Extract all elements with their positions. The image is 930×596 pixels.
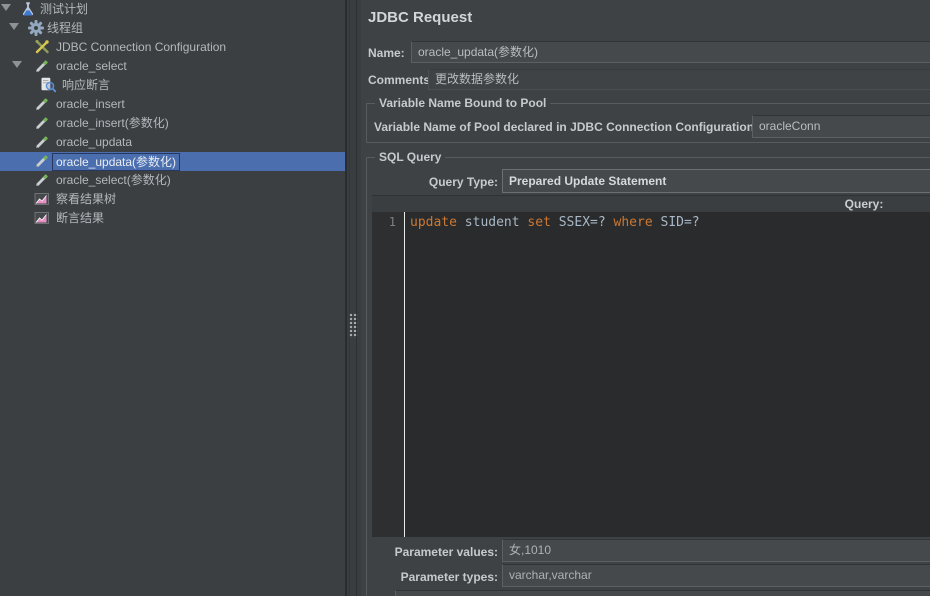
comments-input[interactable]: 更改数据参数化 — [428, 69, 930, 90]
thread-group-icon — [28, 20, 44, 36]
tree-item-label: JDBC Connection Configuration — [56, 40, 227, 54]
parameter-types-label: Parameter types: — [400, 570, 498, 584]
tree-item[interactable]: 响应断言 — [0, 76, 345, 95]
query-type-select[interactable]: Prepared Update Statement — [502, 169, 930, 193]
splitter-grip-icon[interactable] — [349, 313, 358, 338]
sql-editor[interactable]: 1 update student set SSEX=? where SID=? — [372, 212, 930, 537]
sql-token-keyword: where — [613, 215, 653, 230]
tree-item[interactable]: 察看结果树 — [0, 190, 345, 209]
sql-group-title: SQL Query — [375, 150, 446, 164]
jdbc-sampler-icon — [34, 58, 50, 74]
expand-arrow-icon[interactable] — [9, 23, 19, 30]
panel-splitter[interactable] — [346, 0, 361, 596]
tree-item[interactable]: oracle_insert(参数化) — [0, 114, 345, 133]
sql-code-line: update student set SSEX=? where SID=? — [410, 215, 700, 230]
sql-token-keyword: set — [527, 215, 551, 230]
page-title: JDBC Request — [368, 9, 473, 26]
expand-arrow-icon[interactable] — [1, 4, 11, 11]
tree-item-label: oracle_updata — [56, 135, 133, 149]
pool-variable-label: Variable Name of Pool declared in JDBC C… — [374, 120, 759, 134]
tree-item-label: oracle_insert(参数化) — [56, 116, 169, 130]
name-label: Name: — [368, 46, 405, 60]
sql-token-plain: student — [456, 215, 528, 230]
pool-variable-input[interactable]: oracleConn — [752, 115, 930, 138]
comments-label: Comments: — [368, 73, 435, 87]
tree-item[interactable]: oracle_insert — [0, 95, 345, 114]
query-type-label: Query Type: — [428, 175, 498, 189]
tree-item[interactable]: 线程组 — [0, 19, 345, 38]
tree-item-label: oracle_insert — [56, 97, 125, 111]
jdbc-sampler-icon — [34, 134, 50, 150]
jmeter-window: 测试计划线程组 JDBC Connection Configuration orac… — [0, 0, 930, 596]
tree-item-label: oracle_select — [56, 59, 127, 73]
next-field-partial — [395, 590, 930, 596]
tree-item-label: oracle_select(参数化) — [56, 173, 171, 187]
response-assertion-icon — [40, 77, 56, 93]
jdbc-config-icon — [34, 39, 50, 55]
tree-item[interactable]: oracle_select — [0, 57, 345, 76]
tree-item-label: 响应断言 — [62, 78, 111, 92]
jdbc-sampler-icon — [34, 115, 50, 131]
query-header-band: Query: — [372, 195, 930, 212]
parameter-types-input[interactable]: varchar,varchar — [502, 564, 930, 587]
tree-item-label: 测试计划 — [40, 2, 89, 16]
name-input[interactable]: oracle_updata(参数化) — [411, 41, 930, 63]
tree-item[interactable]: JDBC Connection Configuration — [0, 38, 345, 57]
gutter-separator — [404, 212, 405, 537]
tree-item-label: oracle_updata(参数化) — [52, 153, 181, 171]
expand-arrow-icon[interactable] — [12, 61, 22, 68]
parameter-values-input[interactable]: 女,1010 — [502, 539, 930, 562]
sql-token-plain: SID=? — [652, 215, 700, 230]
tree-item-label: 断言结果 — [56, 211, 105, 225]
test-plan-tree: 测试计划线程组 JDBC Connection Configuration orac… — [0, 0, 346, 596]
tree-item[interactable]: oracle_updata — [0, 133, 345, 152]
sql-token-keyword: update — [410, 215, 457, 230]
assertion-results-icon — [34, 210, 50, 226]
tree-item[interactable]: 测试计划 — [0, 0, 345, 19]
parameter-values-label: Parameter values: — [394, 545, 498, 559]
view-results-tree-icon — [34, 191, 50, 207]
sql-token-plain: SSEX=? — [550, 215, 614, 230]
tree-item-label: 线程组 — [47, 21, 84, 35]
jdbc-sampler-icon — [34, 153, 50, 169]
pool-group-title: Variable Name Bound to Pool — [375, 96, 551, 110]
tree-item[interactable]: oracle_updata(参数化) — [0, 152, 345, 171]
jdbc-sampler-icon — [34, 172, 50, 188]
line-number-gutter: 1 — [372, 212, 404, 537]
jdbc-request-panel: JDBC Request Name: oracle_updata(参数化) Co… — [362, 0, 930, 596]
tree-item-label: 察看结果树 — [56, 192, 117, 206]
test-plan-icon — [20, 1, 36, 17]
line-number: 1 — [388, 215, 396, 229]
tree-item[interactable]: 断言结果 — [0, 209, 345, 228]
query-label: Query: — [844, 197, 884, 211]
tree-item[interactable]: oracle_select(参数化) — [0, 171, 345, 190]
jdbc-sampler-icon — [34, 96, 50, 112]
